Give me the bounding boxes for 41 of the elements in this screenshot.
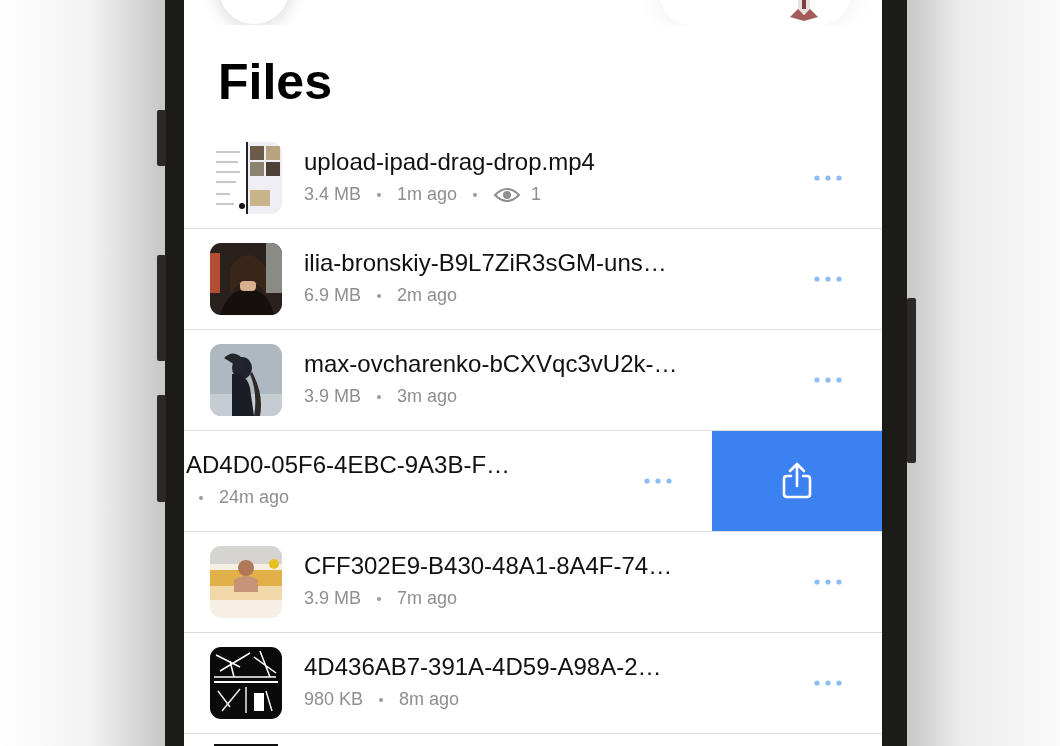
share-button[interactable] <box>712 431 882 531</box>
separator-dot <box>377 596 382 601</box>
file-time: 8m ago <box>399 688 460 711</box>
file-row[interactable]: CFF302E9-B430-48A1-8A4F-74… 3.9 MB 7m ago <box>184 532 882 633</box>
file-size: 980 KB <box>304 688 364 711</box>
eye-icon <box>493 185 522 204</box>
file-row[interactable]: AD4D0-05F6-4EBC-9A3B-F… 24m ago <box>184 431 882 532</box>
more-button[interactable] <box>814 377 842 383</box>
separator-dot <box>377 293 382 298</box>
more-button[interactable] <box>814 680 842 686</box>
file-size: 6.9 MB <box>304 284 362 307</box>
file-name: AD4D0-05F6-4EBC-9A3B-F… <box>186 451 511 480</box>
separator-dot <box>473 192 478 197</box>
file-size: 3.9 MB <box>304 385 362 408</box>
more-button[interactable] <box>814 579 842 585</box>
file-name: 4D436AB7-391A-4D59-A98A-2… <box>304 653 662 682</box>
more-button[interactable] <box>814 276 842 282</box>
separator-dot <box>377 394 382 399</box>
file-name: CFF302E9-B430-48A1-8A4F-74… <box>304 552 673 581</box>
file-name: upload-ipad-drag-drop.mp4 <box>304 148 595 177</box>
file-time: 7m ago <box>397 587 458 610</box>
separator-dot <box>199 495 203 500</box>
separator-dot <box>377 192 382 197</box>
page-title: Files <box>218 57 332 107</box>
file-row[interactable]: max-ovcharenko-bCXVqc3vU2k-… 3.9 MB 3m ago <box>184 330 882 431</box>
file-size: 3.4 MB <box>304 183 362 206</box>
more-button[interactable] <box>644 478 672 484</box>
file-row[interactable]: 4D436AB7-391A-4D59-A98A-2… 980 KB 8m ago <box>184 633 882 734</box>
share-icon <box>781 462 813 500</box>
file-name: max-ovcharenko-bCXVqc3vU2k-… <box>304 350 678 379</box>
file-time: 24m ago <box>219 486 290 509</box>
file-time: 1m ago <box>397 183 458 206</box>
file-row[interactable]: ilia-bronskiy-B9L7ZiR3sGM-uns… 6.9 MB 2m ago <box>184 229 882 330</box>
file-row[interactable]: upload-ipad-drag-drop.mp4 3.4 MB 1m ago 1 <box>184 128 882 229</box>
more-button[interactable] <box>814 175 842 181</box>
file-time: 3m ago <box>397 385 458 408</box>
file-size: 3.9 MB <box>304 587 362 610</box>
file-name: ilia-bronskiy-B9L7ZiR3sGM-uns… <box>304 249 667 278</box>
view-count: 1 <box>531 183 542 206</box>
file-time: 2m ago <box>397 284 458 307</box>
separator-dot <box>379 697 384 702</box>
